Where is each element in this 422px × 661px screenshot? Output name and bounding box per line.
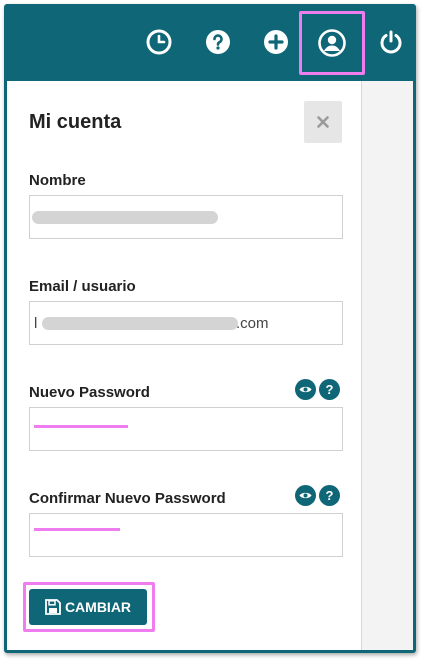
new-password-field[interactable] (29, 407, 343, 451)
confirm-password-label: Confirmar Nuevo Password (29, 490, 226, 507)
top-bar (7, 7, 413, 81)
annotation-underline (34, 425, 128, 428)
email-prefix: l (34, 315, 38, 332)
power-icon[interactable] (378, 29, 404, 55)
app-window: Mi cuenta Nombre Email / usuario l .com … (4, 4, 416, 653)
redacted-name (32, 211, 218, 224)
add-icon[interactable] (263, 29, 289, 55)
save-button[interactable]: CAMBIAR (29, 589, 147, 625)
eye-icon (299, 386, 312, 393)
history-icon[interactable] (146, 29, 172, 55)
background-area (362, 81, 413, 650)
redacted-email (42, 317, 238, 330)
user-icon-highlight (299, 11, 365, 75)
annotation-underline (34, 528, 120, 531)
close-icon (317, 116, 329, 128)
email-suffix: .com (236, 315, 269, 332)
email-field[interactable]: l .com (29, 301, 343, 345)
show-password-button[interactable] (295, 379, 316, 400)
eye-icon (299, 492, 312, 499)
password-help-button[interactable]: ? (319, 379, 340, 400)
name-field[interactable] (29, 195, 343, 239)
account-panel: Mi cuenta Nombre Email / usuario l .com … (7, 81, 362, 650)
help-icon[interactable] (205, 29, 231, 55)
name-label: Nombre (29, 172, 86, 189)
email-label: Email / usuario (29, 278, 136, 295)
new-password-label: Nuevo Password (29, 384, 150, 401)
panel-title: Mi cuenta (29, 111, 122, 133)
floppy-disk-icon (45, 599, 61, 615)
show-confirm-password-button[interactable] (295, 485, 316, 506)
help-icon: ? (325, 488, 334, 503)
save-button-label: CAMBIAR (64, 599, 132, 615)
confirm-password-field[interactable] (29, 513, 343, 557)
confirm-password-help-button[interactable]: ? (319, 485, 340, 506)
close-button[interactable] (304, 101, 342, 143)
help-icon: ? (325, 382, 334, 397)
